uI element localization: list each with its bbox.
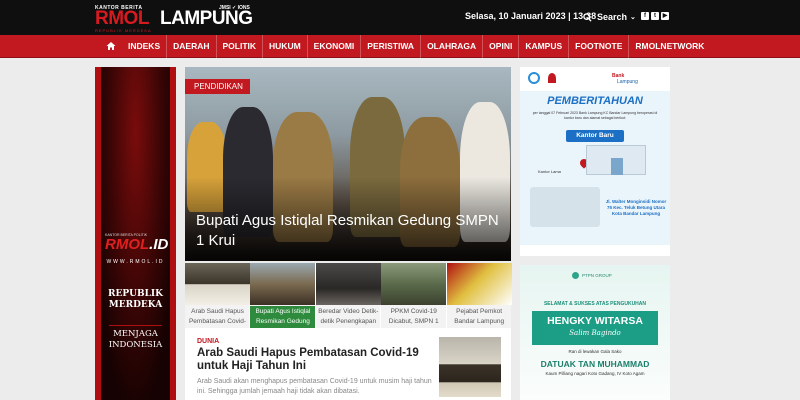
ad-line2: MERDEKA	[108, 300, 163, 310]
ad-kantor-baru: Kantor Baru	[566, 130, 624, 142]
home-icon[interactable]	[106, 41, 116, 51]
hero-category-tag[interactable]: PENDIDIKAN	[185, 79, 250, 94]
thumb-caption: Arab Saudi Hapus Pembatasan Covid-	[188, 308, 247, 325]
ad-datuk: DATUAK TAN MUHAMMAD	[540, 359, 650, 369]
ad-logo-icon	[528, 72, 540, 84]
youtube-icon[interactable]: ▶	[661, 12, 669, 20]
thumb-caption: Bupati Agus Istiqlal Resmikan Gedung	[250, 306, 316, 328]
building-icon	[586, 145, 646, 175]
logo-rmol-text: RMOL	[95, 8, 149, 29]
ad-name-box: HENGKY WITARSA Salim Bagindo	[532, 311, 658, 345]
thumb-item[interactable]: Beredar Video Detik-detik Penengkapan	[315, 263, 381, 328]
ad-person-title: Salim Bagindo	[569, 329, 621, 337]
building-door	[611, 158, 623, 175]
ad-group-name: PTPN GROUP	[582, 273, 612, 278]
ad-bank-name-2: Lampung	[617, 79, 638, 85]
thumb-item[interactable]: PPKM Covid-19 Dicabut, SMPN 1	[381, 263, 447, 328]
nav-item-opini[interactable]: OPINI	[482, 35, 518, 58]
thumb-image	[185, 263, 250, 305]
ad-id-text: .ID	[149, 236, 169, 253]
ad-heading: PEMBERITAHUAN	[547, 95, 643, 107]
ad-kantor-lama: Kantor Lama	[538, 169, 561, 174]
logo-sub-text: REPUBLIK MERDEKA	[95, 28, 152, 33]
ad-logo-icon	[548, 73, 556, 83]
left-banner-ad[interactable]: KANTOR BERITA POLITIK RMOL.ID WWW.RMOL.I…	[95, 67, 176, 400]
article-thumbnail[interactable]	[439, 337, 501, 397]
thumb-image	[250, 263, 316, 305]
article-category[interactable]: DUNIA	[197, 338, 219, 345]
thumb-caption: Beredar Video Detik-detik Penengkapan	[318, 308, 379, 325]
nav-item-ekonomi[interactable]: EKONOMI	[306, 35, 361, 58]
ad-rmol-text: RMOL	[105, 236, 150, 253]
nav-item-daerah[interactable]: DAERAH	[166, 35, 215, 58]
article-title[interactable]: Arab Saudi Hapus Pembatasan Covid-19 unt…	[197, 347, 442, 373]
ad-menjaga-indonesia: MENJAGA INDONESIA	[95, 329, 176, 351]
nav-item-kampus[interactable]: KAMPUS	[518, 35, 568, 58]
ad-line1: REPUBLIK	[108, 289, 163, 299]
logo-lampung-text: LAMPUNG	[160, 8, 253, 29]
nav-item-hukum[interactable]: HUKUM	[262, 35, 307, 58]
thumb-item[interactable]: Pejabat Pemkot Bandar Lampung	[446, 263, 512, 328]
ptpn-logo-icon	[572, 272, 579, 279]
nav-item-footnote[interactable]: FOOTNOTE	[568, 35, 628, 58]
facebook-icon[interactable]: f	[641, 12, 649, 20]
chevron-down-icon: ⌄	[630, 14, 636, 21]
ad-line4: INDONESIA	[108, 340, 163, 350]
thumb-item[interactable]: Bupati Agus Istiqlal Resmikan Gedung	[250, 263, 316, 328]
headline-thumbs: Arab Saudi Hapus Pembatasan Covid- Bupat…	[185, 263, 512, 328]
ad-url-text: WWW.RMOL.ID	[106, 259, 165, 265]
ad-divider	[109, 325, 162, 326]
thumb-item[interactable]: Arab Saudi Hapus Pembatasan Covid-	[185, 263, 250, 328]
ad-republik-merdeka: REPUBLIK MERDEKA	[95, 289, 176, 311]
ad-ran-text: Ran di lewakan Gala Sako	[568, 349, 622, 354]
current-datetime: Selasa, 10 Januari 2023 | 13:38	[465, 11, 597, 21]
ad-address: Jl. Walter Monginsidi Nomor 75 Kec. Telu…	[605, 199, 667, 216]
ad-line3: MENJAGA	[113, 329, 158, 339]
thumb-caption: Pejabat Pemkot Bandar Lampung	[454, 308, 505, 325]
hero-title[interactable]: Bupati Agus Istiqlal Resmikan Gedung SMP…	[196, 211, 506, 251]
search-button[interactable]: Search ⌄	[583, 10, 636, 24]
ad-intro-text: per tanggal 07 Februari 2023 Bank Lampun…	[532, 111, 658, 120]
right-ad-congrats[interactable]: PTPN GROUP SELAMAT & SUKSES ATAS PENGUKU…	[520, 265, 670, 400]
nav-item-indeks[interactable]: INDEKS	[122, 35, 166, 58]
article-card: DUNIA Arab Saudi Hapus Pembatasan Covid-…	[185, 328, 511, 400]
ad-rmol-logo: RMOL.ID	[105, 237, 168, 252]
article-excerpt: Arab Saudi akan menghapus pembatasan Cov…	[197, 378, 432, 395]
twitter-icon[interactable]: t	[651, 12, 659, 20]
ad-selamat: SELAMAT & SUKSES ATAS PENGUKUHAN	[543, 301, 647, 307]
ad-header	[520, 67, 670, 91]
social-links: f t ▶	[641, 12, 669, 20]
nav-items: INDEKS DAERAH POLITIK HUKUM EKONOMI PERI…	[122, 35, 710, 58]
thumb-image	[381, 263, 447, 305]
top-bar: KANTOR BERITA JMSI ✓ IONS RMOL LAMPUNG R…	[0, 0, 800, 35]
main-nav: INDEKS DAERAH POLITIK HUKUM EKONOMI PERI…	[0, 35, 800, 58]
nav-item-politik[interactable]: POLITIK	[215, 35, 263, 58]
thumb-image	[315, 263, 381, 305]
thumb-caption: PPKM Covid-19 Dicabut, SMPN 1	[388, 308, 439, 325]
search-label: Search	[597, 12, 628, 22]
nav-item-rmolnetwork[interactable]: RMOLNETWORK	[628, 35, 710, 58]
ad-kaum: Kaum Pilliang nagari Koto Gadang, IV Kot…	[545, 371, 645, 376]
site-logo[interactable]: KANTOR BERITA JMSI ✓ IONS RMOL LAMPUNG R…	[95, 5, 260, 33]
nav-item-olahraga[interactable]: OLAHRAGA	[420, 35, 482, 58]
nav-item-peristiwa[interactable]: PERISTIWA	[360, 35, 420, 58]
ad-footer	[520, 245, 670, 256]
search-icon	[583, 12, 592, 22]
ad-map-graphic	[530, 187, 600, 227]
hero-article[interactable]: PENDIDIKAN Bupati Agus Istiqlal Resmikan…	[185, 67, 511, 261]
thumb-image	[446, 263, 512, 305]
right-ad-bank-lampung[interactable]: Bank Lampung PEMBERITAHUAN per tanggal 0…	[520, 67, 670, 256]
ad-person-name: HENGKY WITARSA	[547, 315, 643, 327]
